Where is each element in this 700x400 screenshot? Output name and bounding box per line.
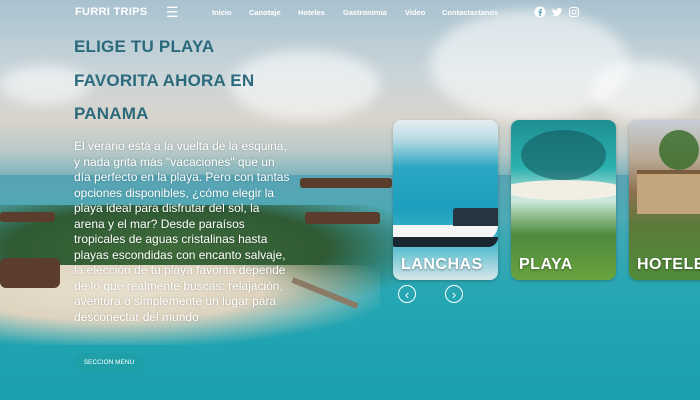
- hero-intro-text: El verano está a la vuelta de la esquina…: [74, 139, 290, 324]
- hero-title-line-1: ELIGE TU PLAYA: [74, 37, 215, 56]
- nav-link-contactactanos[interactable]: Contactactanos: [442, 8, 498, 17]
- nav-link-hoteles[interactable]: Hoteles: [298, 8, 325, 17]
- card-label-playa: PLAYA: [519, 256, 573, 273]
- carousel-prev-button[interactable]: ‹: [398, 285, 416, 303]
- chevron-right-icon: ›: [451, 287, 457, 302]
- reef: [521, 130, 606, 180]
- villa-row: [300, 178, 392, 188]
- carousel-card-playa[interactable]: PLAYA: [511, 120, 616, 280]
- seccion-menu-button[interactable]: SECCION MENU: [74, 353, 144, 372]
- cloud: [590, 60, 700, 120]
- villa-row: [0, 258, 60, 288]
- top-nav: FURRI TRIPS ☰ Inicio Canotaje Hoteles Ga…: [0, 0, 700, 26]
- twitter-icon[interactable]: [551, 6, 563, 18]
- boat-cabin: [453, 208, 498, 226]
- card-label-lanchas: LANCHAS: [401, 256, 483, 273]
- nav-link-canotaje[interactable]: Canotaje: [249, 8, 281, 17]
- hotel-building: [637, 170, 700, 214]
- boat-hull: [393, 237, 498, 247]
- facebook-icon[interactable]: [534, 6, 546, 18]
- brand-logo[interactable]: FURRI TRIPS: [75, 6, 147, 18]
- chevron-left-icon: ‹: [404, 287, 410, 302]
- nav-link-gastronimia[interactable]: Gastronimia: [343, 8, 387, 17]
- hero-title-line-3: PANAMA: [74, 104, 149, 123]
- carousel-card-lanchas[interactable]: LANCHAS: [393, 120, 498, 280]
- nav-link-video[interactable]: Video: [405, 8, 425, 17]
- carousel-card-hoteles[interactable]: HOTELES: [629, 120, 700, 280]
- instagram-icon[interactable]: [568, 6, 580, 18]
- villa-row: [0, 212, 55, 222]
- villa-row: [305, 212, 380, 224]
- hamburger-menu-icon[interactable]: ☰: [166, 5, 179, 19]
- palm-tree: [659, 130, 699, 170]
- card-label-hoteles: HOTELES: [637, 256, 700, 273]
- nav-link-inicio[interactable]: Inicio: [212, 8, 232, 17]
- shore: [511, 180, 616, 200]
- hero-title-line-2: FAVORITA AHORA EN: [74, 71, 255, 90]
- carousel-next-button[interactable]: ›: [445, 285, 463, 303]
